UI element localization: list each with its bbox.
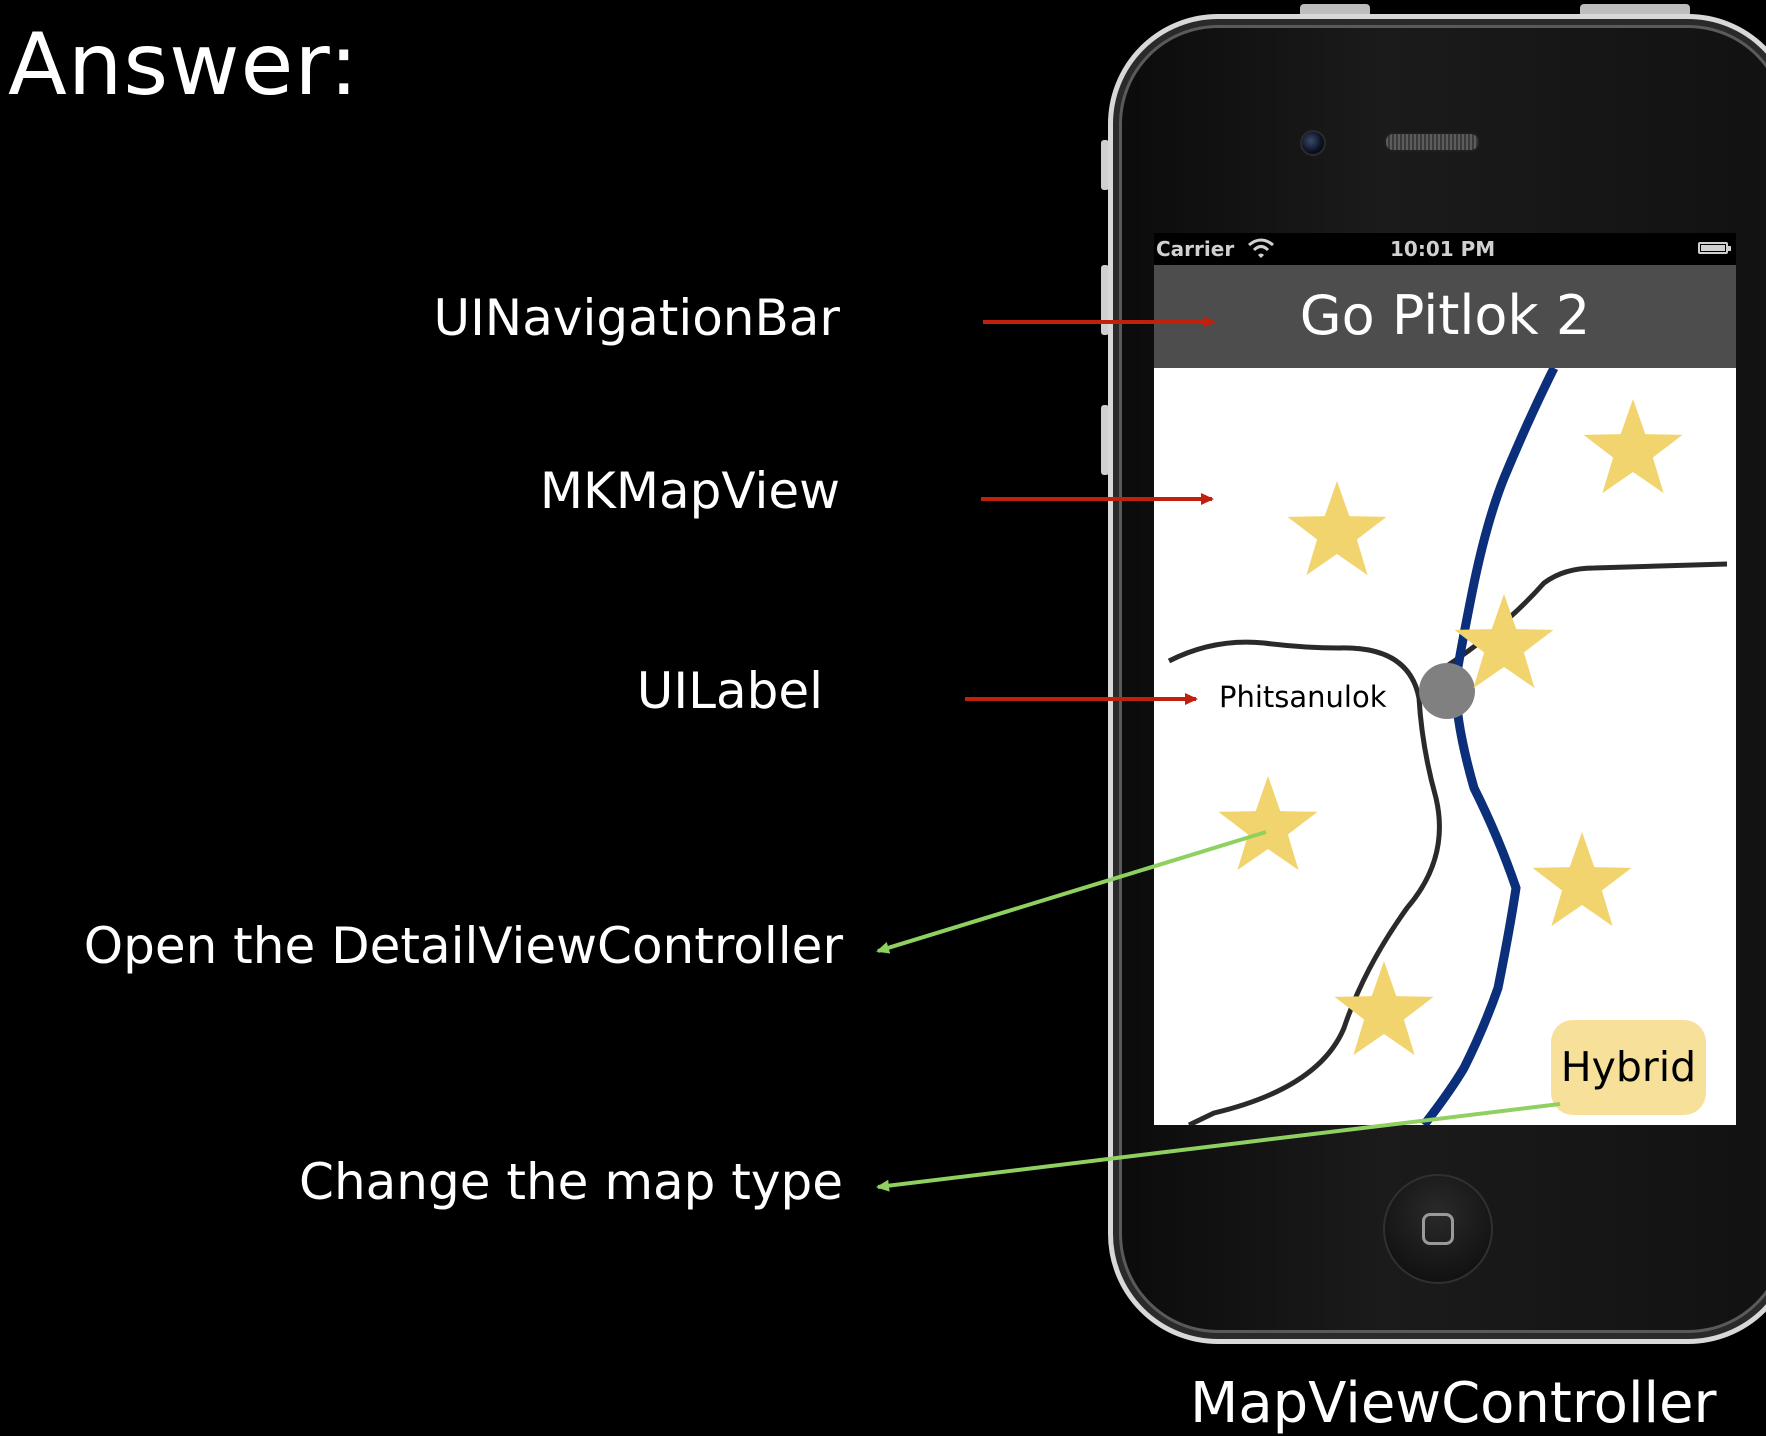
- road-line: [1167, 639, 1442, 1125]
- front-camera-icon: [1300, 130, 1326, 156]
- callout-open-detail: Open the DetailViewController: [83, 917, 843, 975]
- star-marker[interactable]: [1334, 961, 1434, 1056]
- star-marker[interactable]: [1532, 832, 1632, 927]
- status-time: 10:01 PM: [1390, 237, 1496, 261]
- wifi-icon: [1248, 238, 1274, 258]
- star-marker[interactable]: [1218, 776, 1318, 871]
- callout-uilabel: UILabel: [636, 662, 823, 720]
- callout-mkmapview: MKMapView: [539, 462, 840, 520]
- nav-title: Go Pitlok 2: [1299, 284, 1591, 347]
- status-bar: Carrier 10:01 PM: [1154, 233, 1736, 265]
- diagram-caption: MapViewController: [1190, 1371, 1717, 1436]
- callout-uinavigationbar: UINavigationBar: [433, 289, 840, 347]
- map-type-button[interactable]: Hybrid: [1551, 1020, 1706, 1115]
- phone-screen: Carrier 10:01 PM Go Pitlok 2 Phitsanulok…: [1154, 233, 1736, 1125]
- navigation-bar: Go Pitlok 2: [1154, 265, 1736, 368]
- slide-title: Answer:: [8, 15, 360, 115]
- home-square-icon: [1422, 1213, 1454, 1245]
- river-line: [1420, 368, 1559, 1125]
- place-label: Phitsanulok: [1219, 680, 1387, 714]
- star-marker[interactable]: [1583, 399, 1683, 494]
- location-marker[interactable]: [1419, 663, 1475, 719]
- battery-icon: [1698, 242, 1731, 254]
- star-marker[interactable]: [1287, 481, 1387, 576]
- status-carrier: Carrier: [1156, 237, 1235, 261]
- callout-change-map-type: Change the map type: [299, 1153, 843, 1211]
- home-button[interactable]: [1383, 1174, 1493, 1284]
- earpiece-speaker: [1384, 132, 1480, 152]
- map-view[interactable]: [1154, 368, 1736, 1125]
